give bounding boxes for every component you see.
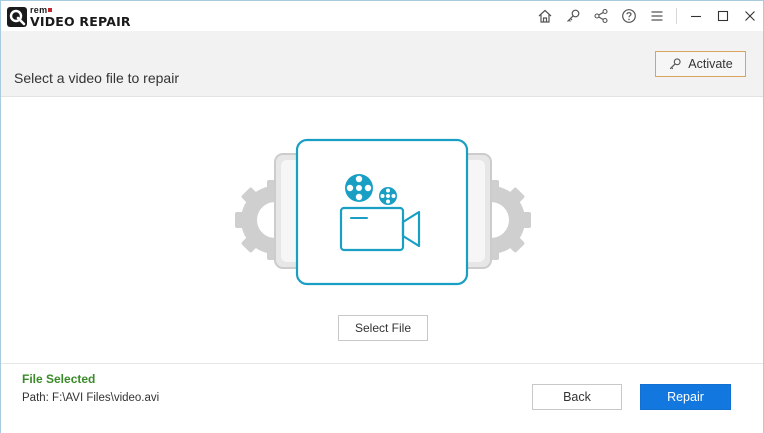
toolbar-icons bbox=[531, 1, 763, 31]
video-file-gears-icon[interactable] bbox=[233, 138, 533, 288]
home-icon[interactable] bbox=[531, 1, 559, 31]
select-file-button[interactable]: Select File bbox=[338, 315, 428, 341]
app-window: rem VIDEO REPAIR Select a video file to … bbox=[0, 0, 764, 433]
file-status-label: File Selected bbox=[22, 372, 96, 386]
help-icon[interactable] bbox=[615, 1, 643, 31]
menu-icon[interactable] bbox=[643, 1, 671, 31]
toolbar-divider bbox=[676, 8, 677, 24]
page-header: Select a video file to repair Activate bbox=[1, 31, 763, 97]
key-icon[interactable] bbox=[559, 1, 587, 31]
close-icon[interactable] bbox=[736, 1, 763, 31]
activate-label: Activate bbox=[688, 57, 733, 71]
app-logo: rem VIDEO REPAIR bbox=[7, 6, 131, 28]
file-path-text: Path: F:\AVI Files\video.avi bbox=[22, 392, 160, 404]
maximize-icon[interactable] bbox=[709, 1, 736, 31]
repair-button[interactable]: Repair bbox=[640, 384, 731, 410]
title-bar: rem VIDEO REPAIR bbox=[1, 1, 763, 31]
footer-bar: File Selected Path: F:\AVI Files\video.a… bbox=[1, 363, 763, 433]
logo-product-text: VIDEO REPAIR bbox=[30, 14, 131, 29]
share-icon[interactable] bbox=[587, 1, 615, 31]
minimize-icon[interactable] bbox=[682, 1, 709, 31]
page-title: Select a video file to repair bbox=[14, 70, 179, 86]
key-icon bbox=[670, 58, 681, 70]
activate-button[interactable]: Activate bbox=[655, 51, 746, 77]
logo-mark-icon bbox=[7, 7, 27, 27]
back-button[interactable]: Back bbox=[532, 384, 622, 410]
